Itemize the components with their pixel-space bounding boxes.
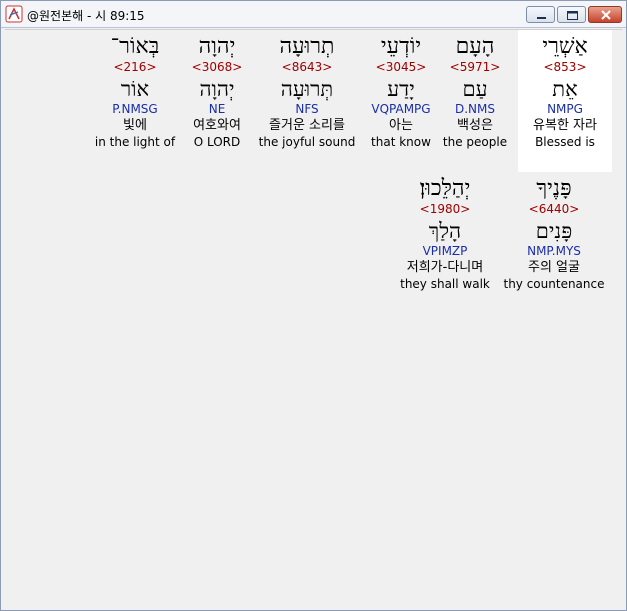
hebrew-word[interactable]: תְרוּעָה: [255, 34, 359, 60]
strong-number-link[interactable]: <1980>: [393, 202, 497, 216]
minimize-button[interactable]: [526, 6, 555, 23]
parsing-code: P.NMSG: [112, 102, 158, 116]
korean-gloss: 저희가-다니며: [406, 260, 484, 275]
lexeme-form: יְהוָה: [199, 77, 235, 101]
korean-gloss: 빛에: [123, 118, 147, 133]
hebrew-word[interactable]: אַשְׁרֵי: [518, 34, 612, 60]
parsing-code: VPIMZP: [422, 244, 468, 258]
title-bar[interactable]: @원전본해 - 시 89:15: [1, 1, 626, 28]
lexeme-form: עַם: [462, 77, 488, 101]
korean-gloss: 유복한 자라: [533, 118, 597, 133]
hebrew-word[interactable]: יְהַלֵּכוּן׃: [393, 176, 497, 202]
english-gloss: Blessed is: [535, 135, 595, 149]
close-icon: [601, 10, 611, 20]
hebrew-word[interactable]: יְהוָה: [179, 34, 255, 60]
word-block[interactable]: בְּאוֹר־ <216> אוֹר P.NMSG 빛에 in the lig…: [89, 34, 181, 150]
english-gloss: the people: [442, 135, 508, 149]
korean-gloss: 즐거운 소리를: [269, 118, 345, 133]
english-gloss: that know: [371, 135, 431, 149]
interlinear-view[interactable]: אַשְׁרֵי <853> אֵת NMPG 유복한 자라 Blessed i…: [5, 29, 622, 609]
hebrew-word[interactable]: יוֹדְעֵי: [358, 34, 444, 60]
english-gloss: in the light of: [94, 135, 176, 149]
strong-number-link[interactable]: <6440>: [502, 202, 606, 216]
parsing-code: NMP.MYS: [527, 244, 581, 258]
minimize-icon: [537, 17, 546, 19]
window-title: @원전본해 - 시 89:15: [27, 9, 145, 23]
strong-number-link[interactable]: <853>: [518, 60, 612, 74]
parsing-code: NFS: [295, 102, 319, 116]
lexeme-form: יָדַע: [387, 77, 415, 101]
english-gloss: they shall walk: [400, 277, 490, 291]
hebrew-word[interactable]: הָעָם: [432, 34, 518, 60]
english-gloss: thy countenance: [503, 277, 605, 291]
korean-gloss: 백성은: [457, 118, 493, 133]
lexeme-form: אֵת: [552, 77, 578, 101]
korean-gloss: 주의 얼굴: [528, 260, 580, 275]
word-block[interactable]: הָעָם <5971> עַם D.NMS 백성은 the people: [432, 34, 518, 150]
strong-number-link[interactable]: <3068>: [179, 60, 255, 74]
english-gloss: O LORD: [193, 135, 241, 149]
word-block[interactable]: תְרוּעָה <8643> תְּרוּעָה NFS 즐거운 소리를 th…: [255, 34, 359, 150]
word-block[interactable]: פָּנֶיךָ <6440> פָּנִים NMP.MYS 주의 얼굴 th…: [502, 176, 606, 292]
strong-number-link[interactable]: <3045>: [358, 60, 444, 74]
word-block[interactable]: יְהַלֵּכוּן׃ <1980> הָלַךְ VPIMZP 저희가-다니…: [393, 176, 497, 292]
main-window: @원전본해 - 시 89:15 אַשְׁרֵי <853> אֵת NMPG: [0, 0, 627, 611]
strong-number-link[interactable]: <216>: [89, 60, 181, 74]
strong-number-link[interactable]: <8643>: [255, 60, 359, 74]
word-block[interactable]: יוֹדְעֵי <3045> יָדַע VQPAMPG 아는 that kn…: [358, 34, 444, 150]
hebrew-word[interactable]: בְּאוֹר־: [89, 34, 181, 60]
lexeme-form: הָלַךְ: [428, 219, 462, 243]
close-button[interactable]: [588, 6, 622, 23]
hebrew-word[interactable]: פָּנֶיךָ: [502, 176, 606, 202]
strong-number-link[interactable]: <5971>: [432, 60, 518, 74]
lexeme-form: אוֹר: [120, 77, 150, 101]
word-block[interactable]: יְהוָה <3068> יְהוָה NE 여호와여 O LORD: [179, 34, 255, 150]
maximize-icon: [567, 11, 578, 20]
parsing-code: NE: [208, 102, 226, 116]
korean-gloss: 아는: [389, 118, 413, 133]
parsing-code: NMPG: [547, 102, 583, 116]
word-block[interactable]: אַשְׁרֵי <853> אֵת NMPG 유복한 자라 Blessed i…: [518, 34, 612, 150]
parsing-code: VQPAMPG: [371, 102, 431, 116]
lexeme-form: פָּנִים: [535, 219, 573, 243]
lexeme-form: תְּרוּעָה: [280, 77, 334, 101]
maximize-button[interactable]: [557, 6, 586, 23]
parsing-code: D.NMS: [454, 102, 495, 116]
english-gloss: the joyful sound: [258, 135, 356, 149]
app-logo-icon[interactable]: [5, 5, 23, 23]
korean-gloss: 여호와여: [193, 118, 241, 133]
